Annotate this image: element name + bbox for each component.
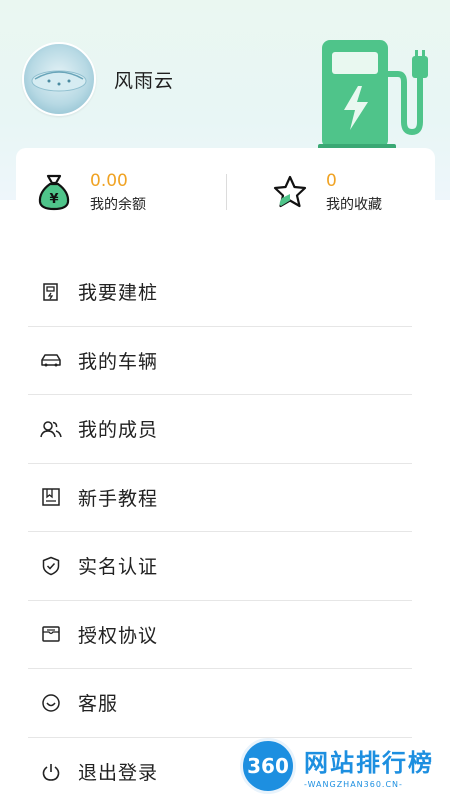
- stats-divider: [226, 174, 227, 210]
- watermark-title: 网站排行榜: [304, 749, 434, 777]
- members-icon: [40, 418, 62, 440]
- svg-text:¥: ¥: [49, 192, 58, 207]
- menu-item-label: 我的成员: [78, 419, 159, 442]
- balance-stat[interactable]: ¥ 0.00 我的余额: [36, 170, 146, 214]
- menu-item-label: 授权协议: [78, 624, 159, 647]
- customer-service-icon: [40, 692, 62, 714]
- balance-label: 我的余额: [90, 197, 146, 213]
- username: 风雨云: [114, 69, 175, 92]
- menu-item-label: 我要建桩: [78, 282, 159, 305]
- watermark-url: -WANGZHAN360.CN-: [304, 780, 403, 789]
- charging-station-icon: [318, 34, 438, 158]
- menu-item-label: 我的车辆: [78, 350, 159, 373]
- menu-item-verification[interactable]: 实名认证: [28, 532, 412, 601]
- menu-item-build-pile[interactable]: 我要建桩: [28, 258, 412, 327]
- menu-item-label: 退出登录: [78, 762, 159, 785]
- avatar[interactable]: [22, 42, 96, 116]
- money-bag-icon: ¥: [36, 172, 72, 212]
- menu-item-customer-service[interactable]: 客服: [28, 669, 412, 738]
- watermark-logo: 360: [240, 738, 296, 794]
- balance-value: 0.00: [90, 171, 128, 191]
- menu-item-agreement[interactable]: 授权协议: [28, 601, 412, 669]
- power-icon: [40, 761, 62, 783]
- menu-item-tutorial[interactable]: 新手教程: [28, 464, 412, 532]
- star-icon: [272, 172, 308, 212]
- shield-check-icon: [40, 555, 62, 577]
- agreement-icon: [40, 623, 62, 645]
- favorites-value: 0: [326, 171, 337, 191]
- favorites-stat[interactable]: 0 我的收藏: [272, 170, 382, 214]
- car-icon: [40, 349, 62, 371]
- watermark: 360 网站排行榜 -WANGZHAN360.CN-: [240, 738, 434, 794]
- menu-item-label: 新手教程: [78, 487, 159, 510]
- menu-item-my-vehicles[interactable]: 我的车辆: [28, 327, 412, 395]
- stats-card: ¥ 0.00 我的余额 0 我的收藏: [16, 148, 435, 222]
- menu-item-label: 实名认证: [78, 556, 159, 579]
- menu-item-label: 客服: [78, 693, 119, 716]
- charging-pile-icon: [40, 281, 62, 303]
- book-icon: [40, 486, 62, 508]
- menu-list: 我要建桩 我的车辆 我的成员 新手教程 实名认证 授权协议 客服 退出登录: [28, 258, 412, 800]
- favorites-label: 我的收藏: [326, 197, 382, 213]
- menu-item-my-members[interactable]: 我的成员: [28, 395, 412, 464]
- profile-section[interactable]: 风雨云: [22, 42, 174, 116]
